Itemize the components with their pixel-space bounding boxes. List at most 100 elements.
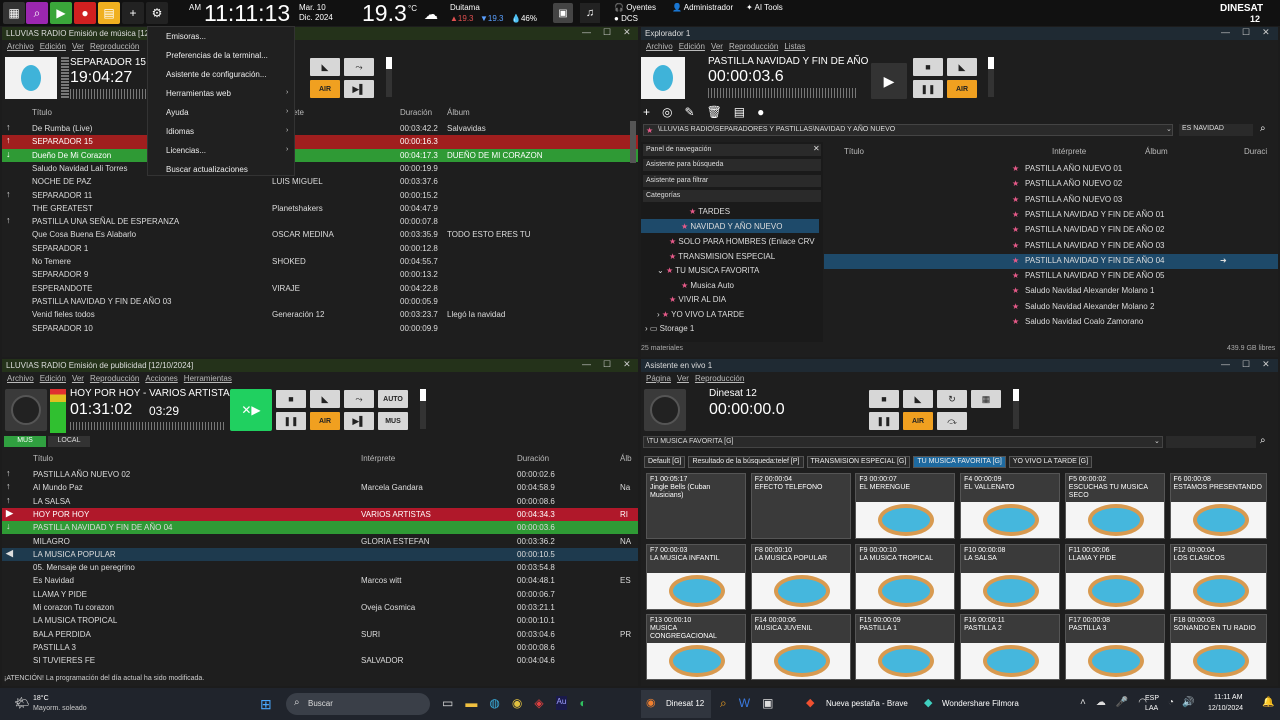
table-row[interactable]: ↑ PASTILLA UNA SEÑAL DE ESPERANZA 00:00:07… bbox=[2, 215, 638, 228]
cue-button[interactable]: ◣ bbox=[310, 58, 340, 76]
menu-archivo[interactable]: Archivo bbox=[646, 42, 673, 52]
page-tab[interactable]: Default [G] bbox=[644, 456, 686, 468]
calendar-icon[interactable]: ▤ bbox=[98, 2, 120, 24]
add-icon[interactable]: + bbox=[643, 105, 650, 119]
table-row[interactable]: 05. Mensaje de un peregrino 00:03:54.8 bbox=[2, 561, 638, 574]
music-note-icon[interactable]: ♫ bbox=[580, 3, 600, 23]
cart-button[interactable]: F12 00:00:04 LOS CLASICOS bbox=[1169, 543, 1267, 610]
calendar-icon[interactable]: ▤ bbox=[734, 105, 745, 119]
window-controls[interactable]: — ☐ ✕ bbox=[582, 359, 631, 372]
tree-item-storage[interactable]: › ▭ Storage 1 bbox=[645, 324, 694, 333]
col-duration[interactable]: Duraci bbox=[1244, 147, 1267, 156]
page-tab[interactable]: TRANSMISION ESPECIAL [G] bbox=[806, 456, 911, 468]
table-row[interactable]: Que Cosa Buena Es Alabarlo OSCAR MEDINA 00… bbox=[2, 228, 638, 241]
menu-ver[interactable]: Ver bbox=[72, 42, 84, 52]
next-button[interactable]: ▶▌ bbox=[344, 80, 374, 98]
audition-icon[interactable]: Au bbox=[555, 696, 568, 710]
next-button[interactable]: ▶▌ bbox=[344, 412, 374, 430]
menu-asistente[interactable]: Asistente de configuración... bbox=[148, 65, 294, 84]
pause-button[interactable]: ❚❚ bbox=[276, 412, 306, 430]
table-row[interactable]: Es Navidad Marcos witt 00:04:48.1 ES bbox=[2, 574, 638, 587]
table-row[interactable]: ★Saludo Navidad Coalo Zamorano00:00:1 bbox=[824, 315, 1278, 330]
page-tab[interactable]: YO VIVO LA TARDE [G] bbox=[1008, 456, 1093, 468]
record-icon[interactable]: ● bbox=[74, 2, 96, 24]
add-icon[interactable]: + bbox=[122, 2, 144, 24]
table-row[interactable]: LLAMA Y PIDE 00:00:06.7 bbox=[2, 588, 638, 601]
cart-button[interactable]: F4 00:00:09 EL VALLENATO bbox=[960, 473, 1061, 539]
table-row[interactable]: BALA PERDIDA SURI 00:03:04.6 PR bbox=[2, 628, 638, 641]
cart-button[interactable]: F2 00:00:04 EFECTO TELEFONO bbox=[750, 473, 851, 539]
gear-icon[interactable]: ⚙ bbox=[146, 2, 168, 24]
volume-slider[interactable] bbox=[420, 389, 426, 429]
close-icon[interactable]: ✕ bbox=[813, 144, 820, 153]
table-row[interactable]: NOCHE DE PAZ LUIS MIGUEL 00:03:37.6 bbox=[2, 175, 638, 188]
tree-item-musica-auto[interactable]: ★ Musica Auto bbox=[681, 281, 734, 290]
stop-button[interactable]: ■ bbox=[913, 58, 943, 76]
lang-2[interactable]: LAA bbox=[1145, 705, 1158, 712]
menu-herramientas[interactable]: Herramientas bbox=[184, 374, 232, 384]
stop-button[interactable]: ■ bbox=[869, 390, 899, 408]
table-row[interactable]: ↑De Rumba (Live)o Vivo00:03:42.2Salvavid… bbox=[2, 122, 638, 135]
record-icon[interactable]: ● bbox=[757, 105, 764, 119]
menu-edicion[interactable]: Edición bbox=[679, 42, 705, 52]
tree-item-transmision[interactable]: ★ TRANSMISION ESPECIAL bbox=[669, 252, 775, 261]
taskbar-search[interactable]: Buscar bbox=[286, 693, 430, 715]
mic-icon[interactable]: 🎤 bbox=[1116, 697, 1128, 708]
cart-button[interactable]: F16 00:00:11 PASTILLA 2 bbox=[960, 614, 1061, 680]
table-row[interactable]: No Temere SHOKED 00:04:55.7 bbox=[2, 255, 638, 268]
col-duration[interactable]: Duración bbox=[517, 454, 549, 463]
table-row[interactable]: ↑ LA SALSA 00:00:08.6 bbox=[2, 495, 638, 508]
admin-user[interactable]: 👤 Administrador bbox=[672, 3, 733, 12]
table-row[interactable]: ↓ Dueño De Mi Corazon 00:04:17.3 DUEÑO DE M… bbox=[2, 148, 638, 162]
trash-icon[interactable]: 🗑 bbox=[707, 105, 722, 119]
target-icon[interactable]: ◎ bbox=[662, 105, 672, 119]
whatsapp-icon[interactable]: ◐ bbox=[579, 696, 586, 710]
search-icon[interactable]: ⌕ bbox=[26, 2, 48, 24]
filter-assistant[interactable]: Asistente para filtrar bbox=[643, 175, 821, 187]
page-tab[interactable]: TU MUSICA FAVORITA [G] bbox=[913, 456, 1006, 468]
table-row[interactable]: ★PASTILLA NAVIDAD Y FIN DE AÑO 0300:00:0 bbox=[824, 239, 1278, 254]
table-row[interactable]: ★PASTILLA AÑO NUEVO 0100:00:0 bbox=[824, 162, 1278, 177]
cart-button[interactable]: F13 00:00:10 MUSICA CONGREGACIONAL bbox=[646, 614, 746, 680]
cart-button[interactable]: F14 00:00:06 MUSICA JUVENIL bbox=[750, 614, 851, 680]
window-controls[interactable]: — ☐ ✕ bbox=[582, 27, 631, 40]
col-album[interactable]: Álb bbox=[620, 454, 632, 463]
pause-button[interactable]: ❚❚ bbox=[869, 412, 899, 430]
air-button[interactable]: AIR bbox=[903, 412, 933, 430]
table-row[interactable]: SEPARADOR 1 00:00:12.8 bbox=[2, 242, 638, 255]
cart-button[interactable]: F3 00:00:07 EL MERENGUE bbox=[855, 473, 956, 539]
play-next-button[interactable]: ✕▶ bbox=[230, 389, 272, 431]
table-row[interactable]: ▶ HOY POR HOY VARIOS ARTISTAS 00:04:34.3 RI bbox=[2, 507, 638, 522]
menu-archivo[interactable]: Archivo bbox=[7, 374, 34, 384]
tree-item-tardes[interactable]: ★ TARDES bbox=[689, 207, 730, 216]
menu-reproduccion[interactable]: Reproducción bbox=[90, 42, 139, 52]
air-button[interactable]: AIR bbox=[947, 80, 977, 98]
brave-icon[interactable]: ◆ bbox=[806, 696, 814, 709]
search-icon[interactable]: ⌕ bbox=[1260, 435, 1266, 446]
pause-button[interactable]: ❚❚ bbox=[913, 80, 943, 98]
table-row[interactable]: ★PASTILLA NAVIDAD Y FIN DE AÑO 0200:00:0 bbox=[824, 223, 1278, 238]
menu-ver[interactable]: Ver bbox=[711, 42, 723, 52]
menu-ver[interactable]: Ver bbox=[72, 374, 84, 384]
wifi-icon[interactable]: ◔ bbox=[1168, 697, 1174, 708]
menu-reproduccion[interactable]: Reproducción bbox=[695, 374, 744, 384]
cart-button[interactable]: F10 00:00:08 LA SALSA bbox=[960, 543, 1061, 610]
table-row[interactable]: ↓ PASTILLA NAVIDAD Y FIN DE AÑO 04 00:00:0… bbox=[2, 521, 638, 535]
chevron-down-icon[interactable]: ⌄ bbox=[1154, 437, 1160, 445]
table-row[interactable]: PASTILLA 3 00:00:08.6 bbox=[2, 641, 638, 654]
table-row[interactable]: ESPERANDOTE VIRAJE 00:04:22.8 bbox=[2, 282, 638, 295]
menu-reproduccion[interactable]: Reproducción bbox=[729, 42, 778, 52]
cart-button[interactable]: F15 00:00:09 PASTILLA 1 bbox=[855, 614, 956, 680]
menu-licencias[interactable]: Licencias... bbox=[148, 141, 294, 160]
col-album[interactable]: Álbum bbox=[1145, 147, 1168, 156]
tree-item-tu-musica[interactable]: ⌄ ★ TU MUSICA FAVORITA bbox=[657, 266, 759, 275]
menu-preferencias[interactable]: Preferencias de la terminal... bbox=[148, 46, 294, 65]
tree-item-vivir[interactable]: ★ VIVIR AL DIA bbox=[669, 295, 726, 304]
cloud-icon[interactable]: ☁ bbox=[1096, 697, 1106, 708]
cart-button[interactable]: F18 00:00:03 SONANDO EN TU RADIO bbox=[1169, 614, 1267, 680]
table-row[interactable]: ↑ SEPARADOR 15 00:00:16.3 bbox=[2, 135, 638, 149]
cart-button[interactable]: F6 00:00:08 ESTAMOS PRESENTANDO bbox=[1169, 473, 1267, 539]
notification-bell-icon[interactable]: 🔔 bbox=[1262, 697, 1274, 708]
table-row[interactable]: THE GREATEST Planetshakers 00:04:47.9 bbox=[2, 202, 638, 215]
scrollbar[interactable] bbox=[630, 121, 636, 163]
